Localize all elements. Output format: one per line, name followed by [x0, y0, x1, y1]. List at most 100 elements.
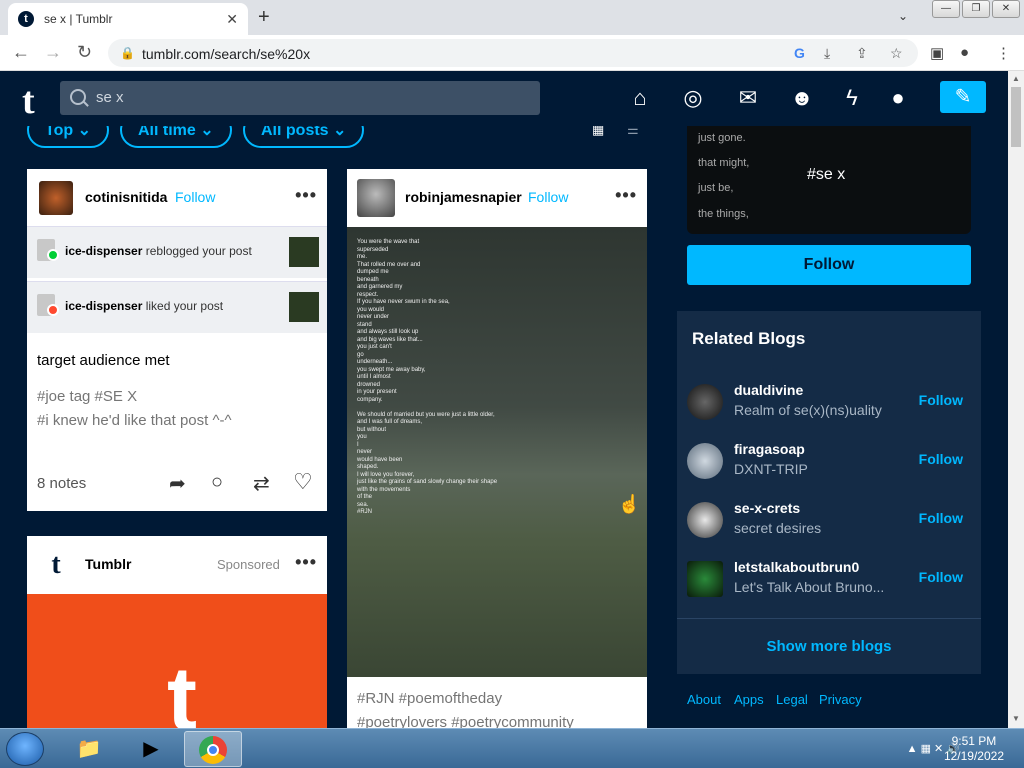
- related-blog-name[interactable]: dualdivine: [734, 382, 803, 398]
- post-thumbnail[interactable]: [289, 292, 319, 322]
- notification-row[interactable]: ice-dispenser reblogged your post: [27, 226, 327, 278]
- home-icon[interactable]: ⌂: [626, 85, 654, 111]
- sponsored-image[interactable]: t: [27, 594, 327, 728]
- account-icon[interactable]: ●: [884, 85, 912, 111]
- show-more-blogs-button[interactable]: Show more blogs: [677, 618, 981, 674]
- reblog-icon[interactable]: ⇄: [253, 471, 270, 496]
- minimize-button[interactable]: —: [932, 0, 960, 18]
- related-blog-row[interactable]: dualdivine Realm of se(x)(ns)uality Foll…: [677, 374, 981, 433]
- avatar[interactable]: [687, 561, 723, 597]
- blog-name[interactable]: robinjamesnapier: [405, 189, 522, 205]
- media-player-taskbar-icon[interactable]: ▶: [122, 731, 180, 767]
- notes-count[interactable]: 8 notes: [37, 475, 86, 492]
- avatar[interactable]: [357, 179, 395, 217]
- notif-action: reblogged your post: [145, 244, 252, 258]
- related-blog-desc: secret desires: [734, 520, 822, 536]
- notif-action: liked your post: [145, 299, 224, 313]
- post-thumbnail[interactable]: [289, 237, 319, 267]
- tab-search-icon[interactable]: ⌄: [898, 9, 908, 23]
- tumblr-avatar-icon[interactable]: t: [39, 548, 73, 582]
- footer-apps-link[interactable]: Apps: [734, 692, 764, 707]
- clock[interactable]: 9:51 PM 12/19/2022: [944, 734, 1004, 764]
- tumblr-logo-overlay: t: [22, 80, 35, 122]
- tag-line[interactable]: #RJN #poemoftheday: [357, 687, 574, 711]
- page-scrollbar[interactable]: ▲ ▼: [1008, 71, 1024, 728]
- related-blog-row[interactable]: firagasoap DXNT-TRIP Follow: [677, 433, 981, 492]
- search-value-overlay[interactable]: se x: [96, 89, 124, 106]
- start-button[interactable]: [6, 732, 44, 766]
- search-input-overlay[interactable]: se x: [60, 81, 540, 115]
- follow-link[interactable]: Follow: [919, 569, 963, 585]
- footer-privacy-link[interactable]: Privacy: [819, 692, 862, 707]
- related-blog-row[interactable]: letstalkaboutbrun0 Let's Talk About Brun…: [677, 551, 981, 610]
- close-tab-icon[interactable]: ✕: [226, 11, 238, 28]
- messaging-icon[interactable]: ☻: [788, 85, 816, 111]
- share-icon[interactable]: ➦: [169, 471, 186, 496]
- avatar[interactable]: [687, 502, 723, 538]
- inbox-icon[interactable]: ✉: [734, 85, 762, 111]
- reload-icon[interactable]: ↻: [77, 42, 92, 63]
- more-options-icon[interactable]: •••: [295, 552, 317, 573]
- explore-icon[interactable]: ◎: [679, 85, 707, 111]
- scroll-up-icon[interactable]: ▲: [1012, 74, 1020, 83]
- avatar[interactable]: [39, 181, 73, 215]
- new-tab-button[interactable]: +: [258, 6, 270, 29]
- avatar[interactable]: [687, 384, 723, 420]
- tag-line[interactable]: #joe tag #SE X: [37, 385, 232, 409]
- back-icon[interactable]: ←: [12, 42, 30, 63]
- menu-icon[interactable]: ⋮: [996, 44, 1011, 62]
- chrome-taskbar-icon[interactable]: [184, 731, 242, 767]
- browser-tab[interactable]: t se x | Tumblr ✕: [8, 3, 248, 35]
- notification-row[interactable]: ice-dispenser liked your post: [27, 281, 327, 333]
- related-blog-desc: Realm of se(x)(ns)uality: [734, 402, 882, 418]
- tag-preview[interactable]: just gone. that might, just be, the thin…: [687, 126, 971, 234]
- follow-tag-button[interactable]: Follow: [687, 245, 971, 285]
- related-blog-name[interactable]: firagasoap: [734, 441, 805, 457]
- follow-link[interactable]: Follow: [919, 510, 963, 526]
- google-icon[interactable]: G: [794, 45, 805, 61]
- follow-link[interactable]: Follow: [919, 392, 963, 408]
- reblog-badge-icon: [47, 249, 59, 261]
- follow-link[interactable]: Follow: [528, 189, 568, 205]
- notif-user[interactable]: ice-dispenser: [65, 244, 142, 258]
- blog-name[interactable]: Tumblr: [85, 556, 131, 572]
- notif-user[interactable]: ice-dispenser: [65, 299, 142, 313]
- profile-icon[interactable]: ●: [960, 44, 969, 61]
- related-blog-name[interactable]: se-x-crets: [734, 500, 800, 516]
- blog-name[interactable]: cotinisnitida: [85, 189, 167, 205]
- poem-text: You were the wave that superseded me. Th…: [357, 239, 498, 515]
- browser-titlebar: t se x | Tumblr ✕ + ⌄ — ❐ ✕: [0, 0, 1024, 35]
- footer-about-link[interactable]: About: [687, 692, 721, 707]
- maximize-button[interactable]: ❐: [962, 0, 990, 18]
- close-window-button[interactable]: ✕: [992, 0, 1020, 18]
- reply-icon[interactable]: ○: [211, 471, 223, 494]
- clock-date: 12/19/2022: [943, 749, 1004, 763]
- tag-line[interactable]: #i knew he'd like that post ^-^: [37, 409, 232, 433]
- footer-legal-link[interactable]: Legal: [776, 692, 808, 707]
- more-options-icon[interactable]: •••: [295, 185, 317, 206]
- more-options-icon[interactable]: •••: [615, 185, 637, 206]
- url-text[interactable]: tumblr.com/search/se%20x: [142, 46, 310, 62]
- explorer-taskbar-icon[interactable]: 📁: [60, 731, 118, 767]
- bookmark-star-icon[interactable]: ☆: [890, 45, 903, 62]
- related-blog-desc: DXNT-TRIP: [734, 461, 808, 477]
- compose-button[interactable]: ✎: [940, 81, 986, 113]
- windows-taskbar: 📁 ▶ ▲ ▦ ✕ 🔊 9:51 PM 12/19/2022: [0, 728, 1024, 768]
- side-panel-icon[interactable]: ▣: [930, 44, 944, 62]
- share-icon[interactable]: ⇪: [856, 45, 868, 62]
- scroll-thumb[interactable]: [1011, 87, 1021, 147]
- forward-icon[interactable]: →: [44, 42, 62, 63]
- related-blog-name[interactable]: letstalkaboutbrun0: [734, 559, 859, 575]
- related-blog-row[interactable]: se-x-crets secret desires Follow: [677, 492, 981, 551]
- address-bar[interactable]: 🔒 tumblr.com/search/se%20x G ⤓ ⇪ ☆: [108, 39, 918, 67]
- post-image[interactable]: You were the wave that superseded me. Th…: [347, 227, 647, 677]
- scroll-down-icon[interactable]: ▼: [1012, 714, 1020, 723]
- avatar[interactable]: [687, 443, 723, 479]
- browser-toolbar: ← → ↻ 🔒 tumblr.com/search/se%20x G ⤓ ⇪ ☆…: [0, 35, 1024, 71]
- activity-icon[interactable]: ϟ: [838, 85, 866, 111]
- follow-link[interactable]: Follow: [919, 451, 963, 467]
- install-icon[interactable]: ⤓: [824, 45, 830, 62]
- follow-link[interactable]: Follow: [175, 189, 215, 205]
- post-header: robinjamesnapier Follow •••: [347, 169, 647, 227]
- like-icon[interactable]: ♡: [293, 469, 313, 495]
